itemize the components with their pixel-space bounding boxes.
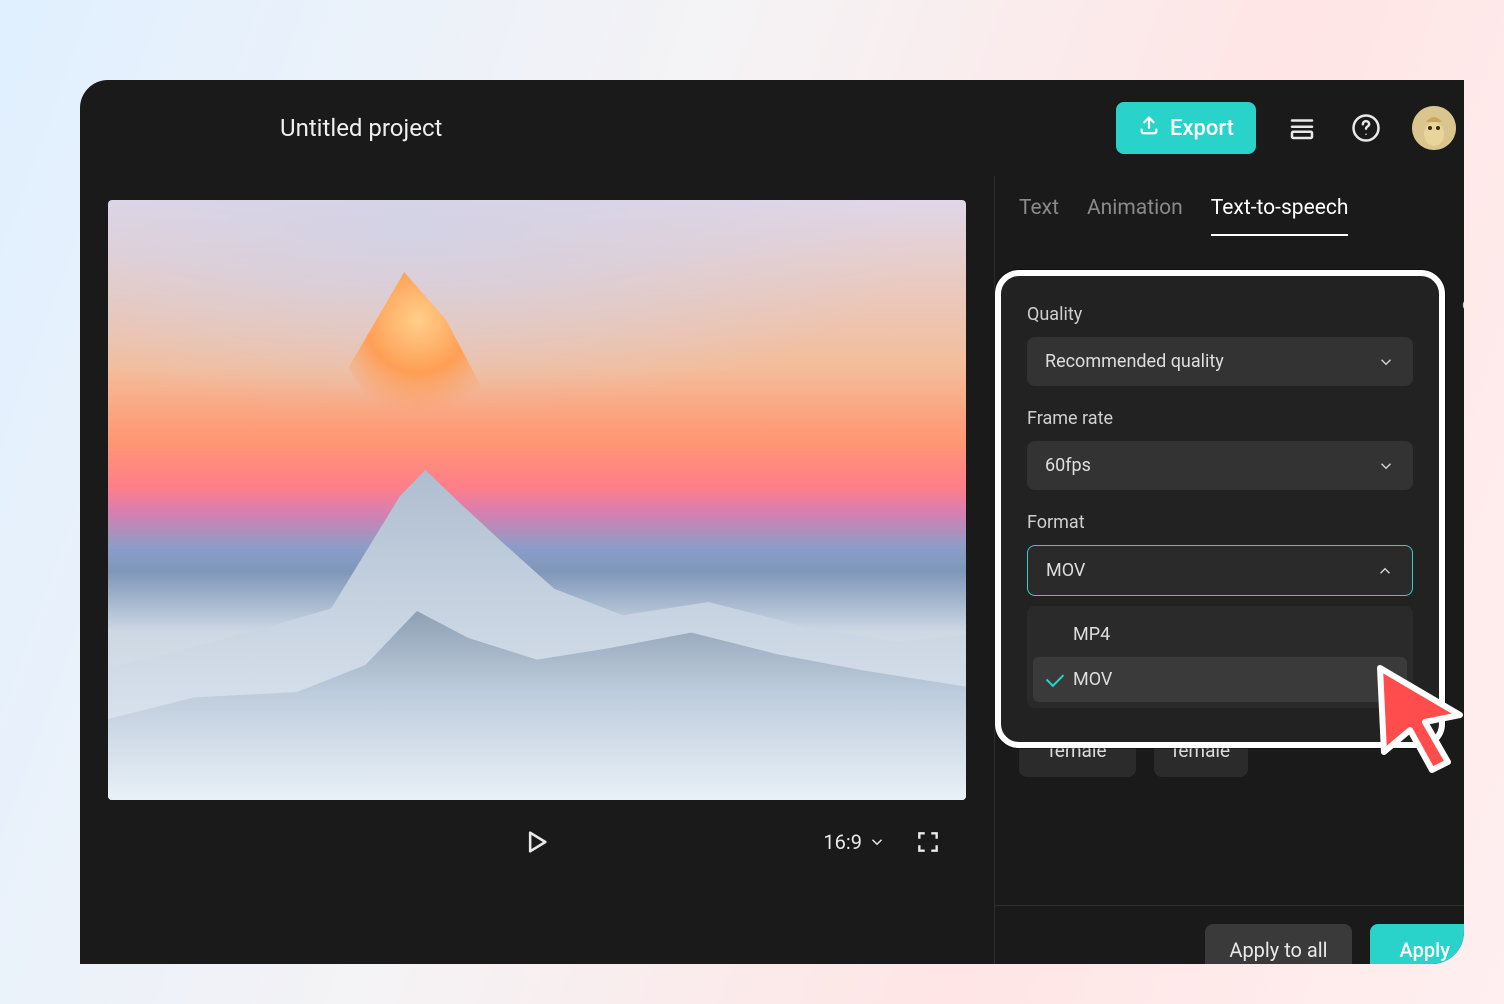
format-option-mov[interactable]: MOV — [1033, 657, 1407, 702]
help-icon[interactable] — [1348, 110, 1384, 146]
format-option-mp4[interactable]: MP4 — [1033, 612, 1407, 657]
chevron-down-icon — [1377, 353, 1395, 371]
export-button-label: Export — [1170, 116, 1234, 141]
stack-icon[interactable] — [1284, 110, 1320, 146]
format-value: MOV — [1046, 560, 1085, 581]
framerate-value: 60fps — [1045, 455, 1091, 476]
quality-select[interactable]: Recommended quality — [1027, 337, 1413, 386]
tab-animation[interactable]: Animation — [1087, 196, 1183, 236]
framerate-label: Frame rate — [1027, 408, 1413, 429]
zoom-out-icon[interactable] — [1172, 962, 1208, 964]
panel-tabs: Text Animation Text-to-speech — [995, 176, 1464, 236]
export-button[interactable]: Export — [1116, 102, 1256, 154]
framerate-select[interactable]: 60fps — [1027, 441, 1413, 490]
format-label: Format — [1027, 512, 1413, 533]
preview-column: 16:9 — [80, 176, 994, 964]
quality-value: Recommended quality — [1045, 351, 1224, 372]
play-button[interactable] — [518, 824, 554, 860]
apply-button[interactable]: Apply — [1370, 924, 1464, 964]
tts-obscured-labels: eller ive le can le — [1460, 294, 1464, 622]
fullscreen-icon[interactable] — [910, 824, 946, 860]
quality-label: Quality — [1027, 304, 1413, 325]
upload-icon — [1138, 114, 1160, 142]
aspect-ratio-select[interactable]: 16:9 — [823, 830, 886, 854]
tab-text-to-speech[interactable]: Text-to-speech — [1211, 196, 1349, 236]
chevron-down-icon — [1377, 457, 1395, 475]
preview-canvas[interactable] — [108, 200, 966, 800]
topbar: Untitled project Export — [80, 80, 1464, 176]
format-options: MP4 MOV — [1027, 606, 1413, 708]
export-popover: Quality Recommended quality Frame rate 6… — [995, 270, 1445, 748]
zoom-in-icon[interactable] — [1444, 962, 1464, 964]
chevron-down-icon — [868, 833, 886, 851]
topbar-actions: Export — [1116, 102, 1456, 154]
zoom-bar — [1130, 962, 1464, 964]
aspect-ratio-value: 16:9 — [823, 830, 862, 854]
avatar[interactable] — [1412, 106, 1456, 150]
project-title: Untitled project — [280, 114, 442, 142]
preview-controls: 16:9 — [80, 800, 994, 896]
chevron-up-icon — [1376, 562, 1394, 580]
apply-row: Apply to all Apply — [995, 905, 1464, 964]
tab-text[interactable]: Text — [1019, 196, 1059, 236]
apply-to-all-button[interactable]: Apply to all — [1205, 924, 1351, 964]
format-select[interactable]: MOV — [1027, 545, 1413, 596]
